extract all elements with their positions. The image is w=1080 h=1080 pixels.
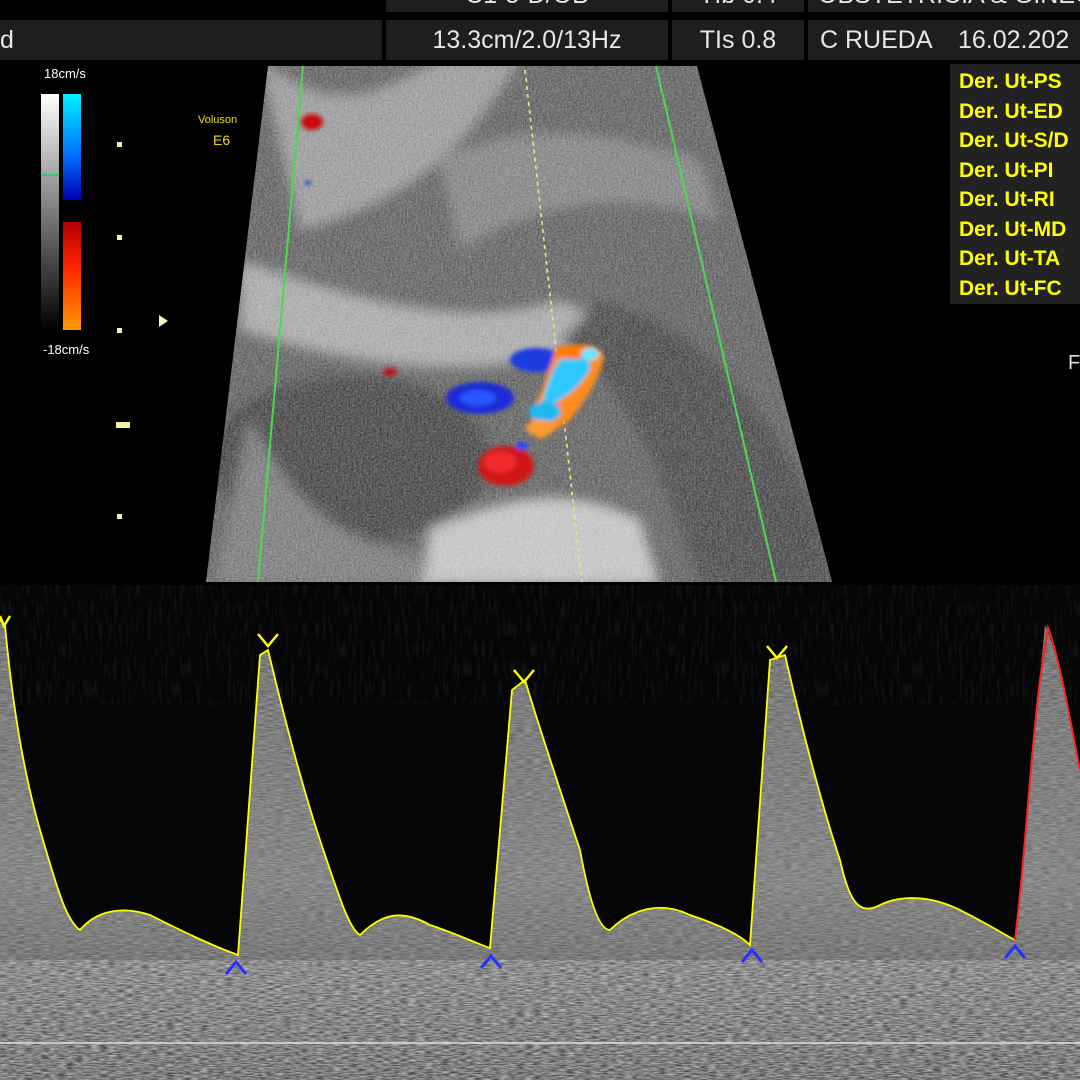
measurement-item[interactable]: Der. Ut-PS bbox=[959, 70, 1062, 94]
measurement-item[interactable]: Der. Ut-FC bbox=[959, 277, 1062, 301]
measurement-item[interactable]: Der. Ut-MD bbox=[959, 218, 1066, 242]
measurement-item[interactable]: Der. Ut-TA bbox=[959, 247, 1060, 271]
measurement-panel: Der. Ut-PS Der. Ut-ED Der. Ut-S/D Der. U… bbox=[950, 64, 1080, 304]
measurement-item[interactable]: Der. Ut-ED bbox=[959, 100, 1063, 124]
doppler-spectrum bbox=[0, 585, 1080, 1080]
right-edge-label: F bbox=[1068, 352, 1080, 374]
measurement-item[interactable]: Der. Ut-PI bbox=[959, 159, 1054, 183]
measurement-item[interactable]: Der. Ut-S/D bbox=[959, 129, 1069, 153]
measurement-item[interactable]: Der. Ut-RI bbox=[959, 188, 1055, 212]
